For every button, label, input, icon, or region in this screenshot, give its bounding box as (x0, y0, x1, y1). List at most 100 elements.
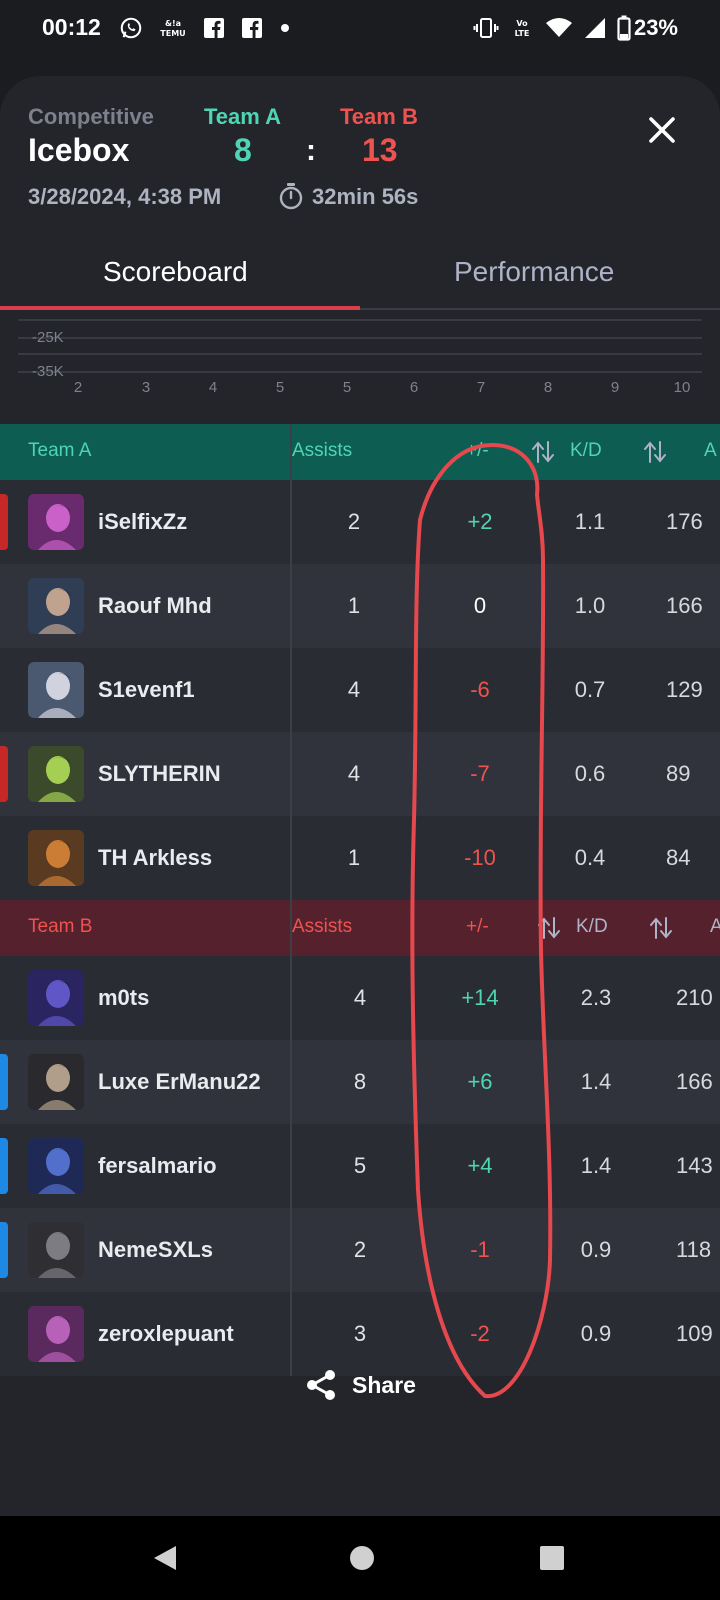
map-name: Icebox (28, 132, 130, 168)
economy-chart-strip: -25K -35K 2 3 4 5 5 6 7 8 9 10 (18, 319, 702, 396)
facebook-icon (204, 18, 224, 38)
team-b-header-row: Team B Assists +/- K/D A (0, 900, 720, 956)
whatsapp-icon (120, 17, 142, 39)
active-tab-indicator (0, 306, 360, 310)
chart-x-label: 9 (611, 379, 619, 396)
column-divider (290, 424, 292, 1376)
recents-icon[interactable] (536, 1542, 568, 1574)
player-row[interactable]: iSelfixZz 2 +2 1.1 176 (0, 480, 720, 564)
acs-column-header[interactable]: A (704, 440, 717, 462)
score-separator: : (306, 134, 316, 167)
battery-icon (617, 15, 631, 41)
app-root: 00:12 &!a TEMU Vo LTE 23% Competitive Ic… (0, 0, 720, 1600)
vibrate-icon (473, 18, 499, 38)
scoreboard-table: Team A Assists +/- K/D A iSelfixZz 2 +2 1.1… (0, 424, 720, 1376)
agent-avatar (28, 662, 84, 718)
chart-x-label: 6 (410, 379, 418, 396)
system-icons: Vo LTE 23% (473, 14, 678, 42)
plus-minus-value: +14 (461, 985, 499, 1010)
player-row[interactable]: Raouf Mhd 1 0 1.0 166 (0, 564, 720, 648)
player-name: Luxe ErManu22 (98, 1069, 261, 1094)
player-row[interactable]: m0ts 4 +14 2.3 210 (0, 956, 720, 1040)
chart-x-label: 10 (674, 379, 691, 396)
svg-text:Vo: Vo (516, 19, 528, 28)
player-row[interactable]: TH Arkless 1 -10 0.4 84 (0, 816, 720, 900)
acs-value: 166 (666, 593, 703, 618)
agent-avatar (28, 830, 84, 886)
chart-x-label: 5 (343, 379, 351, 396)
sort-icon[interactable] (536, 914, 562, 942)
tab-performance[interactable]: Performance (454, 256, 614, 288)
assists-value: 1 (347, 593, 361, 618)
player-name: NemeSXLs (98, 1237, 213, 1262)
back-icon[interactable] (150, 1542, 182, 1574)
assists-value: 3 (353, 1321, 367, 1346)
wifi-icon (545, 18, 572, 37)
player-row[interactable]: Luxe ErManu22 8 +6 1.4 166 (0, 1040, 720, 1124)
team-a-header-label: Team A (28, 440, 92, 461)
share-button[interactable]: Share (0, 1346, 720, 1424)
plus-minus-value: -2 (470, 1321, 490, 1346)
plus-minus-value: 0 (473, 593, 487, 618)
sort-icon[interactable] (648, 914, 674, 942)
party-indicator (0, 1222, 8, 1278)
kd-value: 0.9 (580, 1321, 612, 1346)
kd-column-header[interactable]: K/D (576, 916, 608, 938)
svg-text:&!a: &!a (165, 19, 181, 28)
share-label: Share (352, 1371, 416, 1398)
party-indicator (0, 1138, 8, 1194)
team-a-label: Team A (204, 104, 282, 129)
chart-x-label: 2 (74, 379, 82, 396)
sort-icon[interactable] (530, 438, 556, 466)
dot-icon (281, 24, 289, 32)
kd-value: 0.4 (574, 845, 606, 870)
agent-avatar (28, 1222, 84, 1278)
player-row[interactable]: SLYTHERIN 4 -7 0.6 89 (0, 732, 720, 816)
plus-minus-column-header[interactable]: +/- (466, 440, 489, 462)
player-row[interactable]: NemeSXLs 2 -1 0.9 118 (0, 1208, 720, 1292)
player-name: iSelfixZz (98, 509, 188, 534)
assists-value: 2 (353, 1237, 367, 1262)
team-a-score: 8 (234, 132, 252, 168)
system-nav-bar (0, 1516, 720, 1600)
chart-y-label: -25K (32, 329, 64, 346)
match-duration: 32min 56s (312, 184, 419, 209)
sort-icon[interactable] (642, 438, 668, 466)
player-row[interactable]: S1evenf1 4 -6 0.7 129 (0, 648, 720, 732)
assists-value: 5 (353, 1153, 367, 1178)
assists-column-header[interactable]: Assists (292, 440, 352, 462)
signal-icon (584, 18, 605, 38)
player-name: m0ts (98, 985, 150, 1010)
player-name: S1evenf1 (98, 677, 195, 702)
kd-column-header[interactable]: K/D (570, 440, 602, 462)
acs-value: 89 (666, 761, 691, 786)
team-b-header-label: Team B (28, 916, 93, 937)
svg-text:TEMU: TEMU (160, 29, 185, 38)
game-mode: Competitive (28, 104, 154, 129)
acs-value: 129 (666, 677, 703, 702)
plus-minus-value: -6 (470, 677, 490, 702)
party-indicator (0, 1054, 8, 1110)
home-icon[interactable] (346, 1542, 378, 1574)
chart-x-label: 8 (544, 379, 552, 396)
player-name: TH Arkless (98, 845, 213, 870)
chart-x-labels: 2 3 4 5 5 6 7 8 9 10 (74, 379, 691, 396)
tab-scoreboard[interactable]: Scoreboard (103, 256, 248, 288)
assists-value: 2 (347, 509, 361, 534)
chart-x-label: 5 (276, 379, 284, 396)
tab-bar: Scoreboard Performance (0, 236, 720, 310)
plus-minus-value: +4 (467, 1153, 493, 1178)
plus-minus-column-header[interactable]: +/- (466, 916, 489, 938)
kd-value: 0.6 (574, 761, 606, 786)
agent-avatar (28, 1054, 84, 1110)
chart-x-label: 3 (142, 379, 150, 396)
assists-column-header[interactable]: Assists (292, 916, 352, 938)
party-indicator (0, 746, 8, 802)
team-b-score: 13 (362, 132, 398, 168)
close-icon[interactable] (644, 112, 680, 148)
acs-column-header[interactable]: A (710, 916, 720, 938)
player-row[interactable]: fersalmario 5 +4 1.4 143 (0, 1124, 720, 1208)
acs-value: 84 (666, 845, 691, 870)
volte-icon: Vo LTE (515, 19, 530, 38)
chart-y-label: -35K (32, 363, 64, 380)
